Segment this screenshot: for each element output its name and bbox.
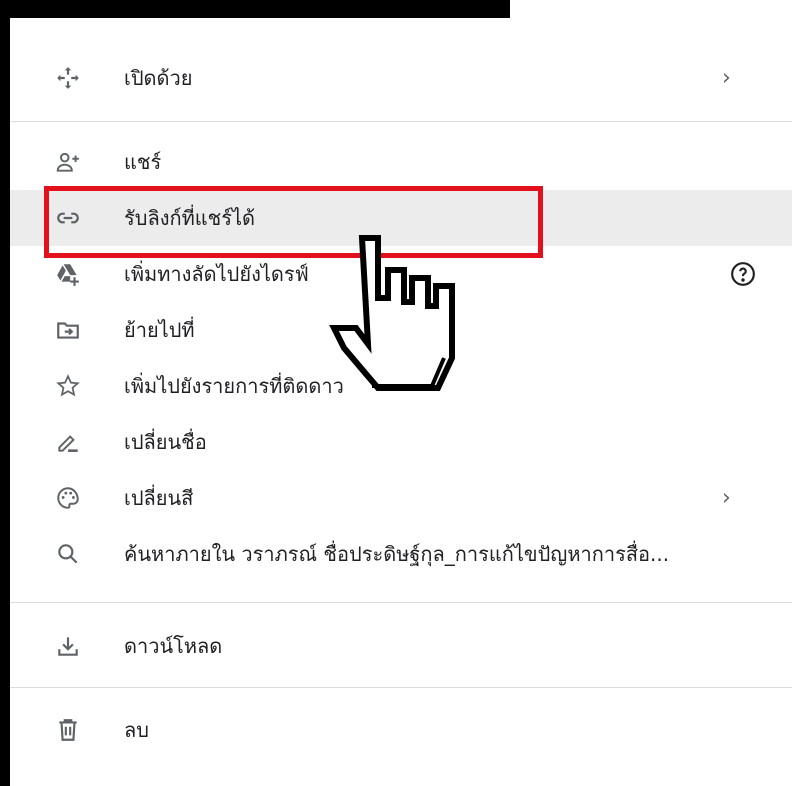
drive-add-icon bbox=[54, 260, 82, 288]
menu-item-label: รับลิงก์ที่แชร์ได้ bbox=[124, 206, 256, 230]
menu-item-label: ย้ายไปที่ bbox=[124, 318, 195, 342]
background-window-title-area bbox=[510, 0, 792, 18]
context-menu: เปิดด้วย › แชร์ รับลิงก์ที่แชร์ได้ เพิ่ม… bbox=[10, 18, 792, 786]
menu-item-label: เปลี่ยนสี bbox=[124, 486, 194, 510]
help-icon[interactable] bbox=[730, 261, 756, 287]
move-arrows-icon bbox=[54, 64, 82, 92]
menu-item-label: เพิ่มทางลัดไปยังไดรฟ์ bbox=[124, 262, 309, 286]
menu-item-remove[interactable]: ลบ bbox=[10, 702, 792, 758]
menu-item-label: ลบ bbox=[124, 718, 149, 742]
search-icon bbox=[54, 540, 82, 568]
menu-item-label: ดาวน์โหลด bbox=[124, 634, 223, 658]
menu-item-label: เปิดด้วย bbox=[124, 66, 193, 90]
folder-move-icon bbox=[54, 316, 82, 344]
menu-item-open-with[interactable]: เปิดด้วย › bbox=[10, 50, 792, 106]
menu-item-download[interactable]: ดาวน์โหลด bbox=[10, 618, 792, 674]
menu-divider bbox=[10, 602, 792, 603]
menu-item-get-shareable-link[interactable]: รับลิงก์ที่แชร์ได้ bbox=[10, 190, 792, 246]
trash-icon bbox=[54, 716, 82, 744]
pencil-icon bbox=[54, 428, 82, 456]
menu-divider bbox=[10, 687, 792, 688]
star-outline-icon bbox=[54, 372, 82, 400]
chevron-right-icon: › bbox=[722, 485, 731, 511]
menu-item-label: เพิ่มไปยังรายการที่ติดดาว bbox=[124, 374, 344, 398]
menu-item-share[interactable]: แชร์ bbox=[10, 134, 792, 190]
background-window-strip bbox=[10, 0, 792, 18]
menu-item-label: แชร์ bbox=[124, 150, 162, 174]
download-icon bbox=[54, 632, 82, 660]
menu-divider bbox=[10, 121, 792, 122]
menu-item-search-within[interactable]: ค้นหาภายใน วราภรณ์ ชื่อประดิษฐ์กุล_การแก… bbox=[10, 526, 792, 582]
menu-item-label: เปลี่ยนชื่อ bbox=[124, 430, 207, 454]
menu-item-label: ค้นหาภายใน วราภรณ์ ชื่อประดิษฐ์กุล_การแก… bbox=[124, 542, 670, 566]
menu-item-move-to[interactable]: ย้ายไปที่ bbox=[10, 302, 792, 358]
link-icon bbox=[54, 204, 82, 232]
menu-item-add-to-starred[interactable]: เพิ่มไปยังรายการที่ติดดาว bbox=[10, 358, 792, 414]
menu-item-rename[interactable]: เปลี่ยนชื่อ bbox=[10, 414, 792, 470]
person-add-icon bbox=[54, 148, 82, 176]
chevron-right-icon: › bbox=[722, 65, 731, 91]
menu-item-add-shortcut-to-drive[interactable]: เพิ่มทางลัดไปยังไดรฟ์ bbox=[10, 246, 792, 302]
palette-icon bbox=[54, 484, 82, 512]
menu-item-change-color[interactable]: เปลี่ยนสี › bbox=[10, 470, 792, 526]
